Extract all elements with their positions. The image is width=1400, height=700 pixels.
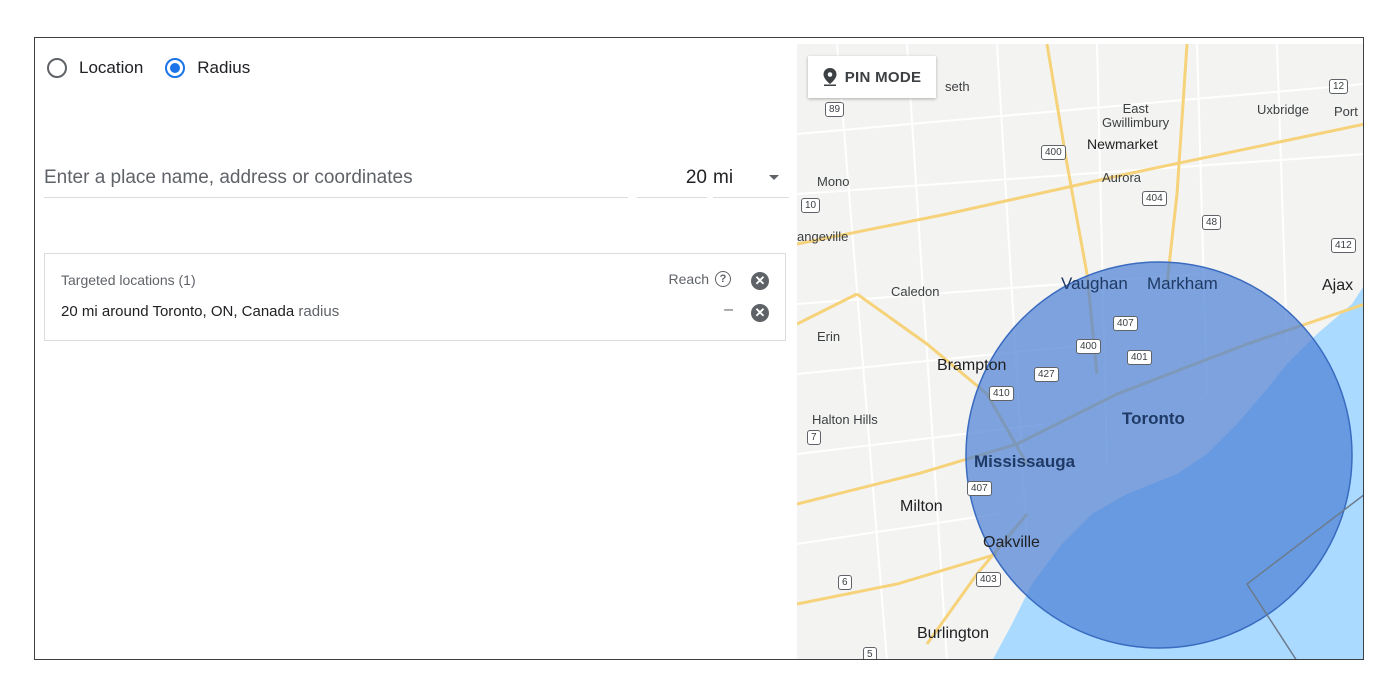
highway-shield: 410: [989, 386, 1014, 401]
highway-shield: 10: [801, 198, 821, 213]
radius-unit-value: mi: [713, 166, 734, 188]
highway-shield: 5: [863, 647, 877, 659]
map-label-east-gwillimbury: East Gwillimbury: [1102, 101, 1170, 130]
map-label-aurora: Aurora: [1102, 170, 1142, 185]
radius-unit-select[interactable]: mi: [713, 158, 789, 198]
map-label-erin: Erin: [817, 329, 841, 344]
map-label-port: Port: [1334, 104, 1358, 119]
map-view[interactable]: PIN MODE seth East Gwillimbury Newmarket…: [797, 44, 1363, 659]
highway-shield: 400: [1041, 145, 1066, 160]
location-targeting-panel: Location Radius mi Targeted locations (1…: [34, 37, 1364, 660]
highway-shield: 7: [807, 430, 821, 445]
remove-target-icon[interactable]: ✕: [751, 304, 769, 322]
highway-shield: 12: [1329, 79, 1349, 94]
highway-shield: 89: [825, 102, 845, 117]
map-label-caledon: Caledon: [891, 284, 940, 299]
highway-shield: 48: [1202, 215, 1222, 230]
highway-shield: 407: [967, 481, 992, 496]
map-label-brampton: Brampton: [937, 357, 1007, 374]
target-row: 20 mi around Toronto, ON, Canada radius: [61, 303, 339, 320]
targeted-locations-header: Targeted locations (1): [61, 272, 196, 288]
map-label-orangeville: angeville: [797, 229, 849, 244]
highway-shield: 404: [1142, 191, 1167, 206]
targeting-form: Location Radius mi Targeted locations (1…: [35, 38, 795, 659]
radius-radio-label: Radius: [197, 58, 251, 77]
highway-shield: 403: [976, 572, 1001, 587]
map-label-mono: Mono: [817, 174, 850, 189]
highway-shield: 412: [1331, 238, 1356, 253]
location-radio-label: Location: [79, 58, 144, 77]
map-label-markham: Markham: [1147, 274, 1218, 293]
reach-header: Reach ?: [669, 271, 731, 287]
radius-radio-circle[interactable]: [165, 58, 186, 78]
location-radio[interactable]: Location: [47, 58, 143, 78]
remove-all-icon[interactable]: ✕: [751, 272, 769, 290]
map-label-seth: seth: [945, 79, 970, 94]
pin-mode-label: PIN MODE: [844, 68, 922, 86]
pin-mode-button[interactable]: PIN MODE: [808, 56, 936, 98]
map-label-toronto: Toronto: [1122, 409, 1185, 428]
map-label-burlington: Burlington: [917, 625, 990, 642]
map-label-uxbridge: Uxbridge: [1257, 102, 1310, 117]
highway-shield: 6: [838, 575, 852, 590]
map-label-halton-hills: Halton Hills: [812, 412, 878, 427]
location-radio-circle[interactable]: [47, 58, 67, 78]
highway-shield: 400: [1076, 339, 1101, 354]
map-label-newmarket: Newmarket: [1087, 136, 1158, 152]
radius-radio[interactable]: Radius: [165, 58, 250, 78]
targeted-locations-box: Targeted locations (1) Reach ? ✕ 20 mi a…: [44, 253, 786, 341]
map-label-milton: Milton: [900, 498, 943, 515]
radius-value-input[interactable]: [637, 158, 707, 198]
target-type: radius: [298, 303, 340, 320]
target-reach-value: –: [724, 301, 733, 318]
help-icon[interactable]: ?: [715, 271, 731, 287]
map-label-oakville: Oakville: [983, 534, 1040, 551]
chevron-down-icon: [769, 175, 779, 180]
mode-radio-group: Location Radius: [47, 58, 272, 78]
highway-shield: 401: [1127, 350, 1152, 365]
map-label-ajax: Ajax: [1322, 277, 1354, 294]
place-search-input[interactable]: [44, 158, 628, 198]
map-label-mississauga: Mississauga: [974, 452, 1076, 471]
map-label-vaughan: Vaughan: [1061, 274, 1128, 293]
reach-label: Reach: [668, 271, 709, 287]
highway-shield: 427: [1034, 367, 1059, 382]
map-pin-icon: [823, 68, 837, 86]
highway-shield: 407: [1113, 316, 1138, 331]
target-text: 20 mi around Toronto, ON, Canada: [61, 303, 295, 320]
